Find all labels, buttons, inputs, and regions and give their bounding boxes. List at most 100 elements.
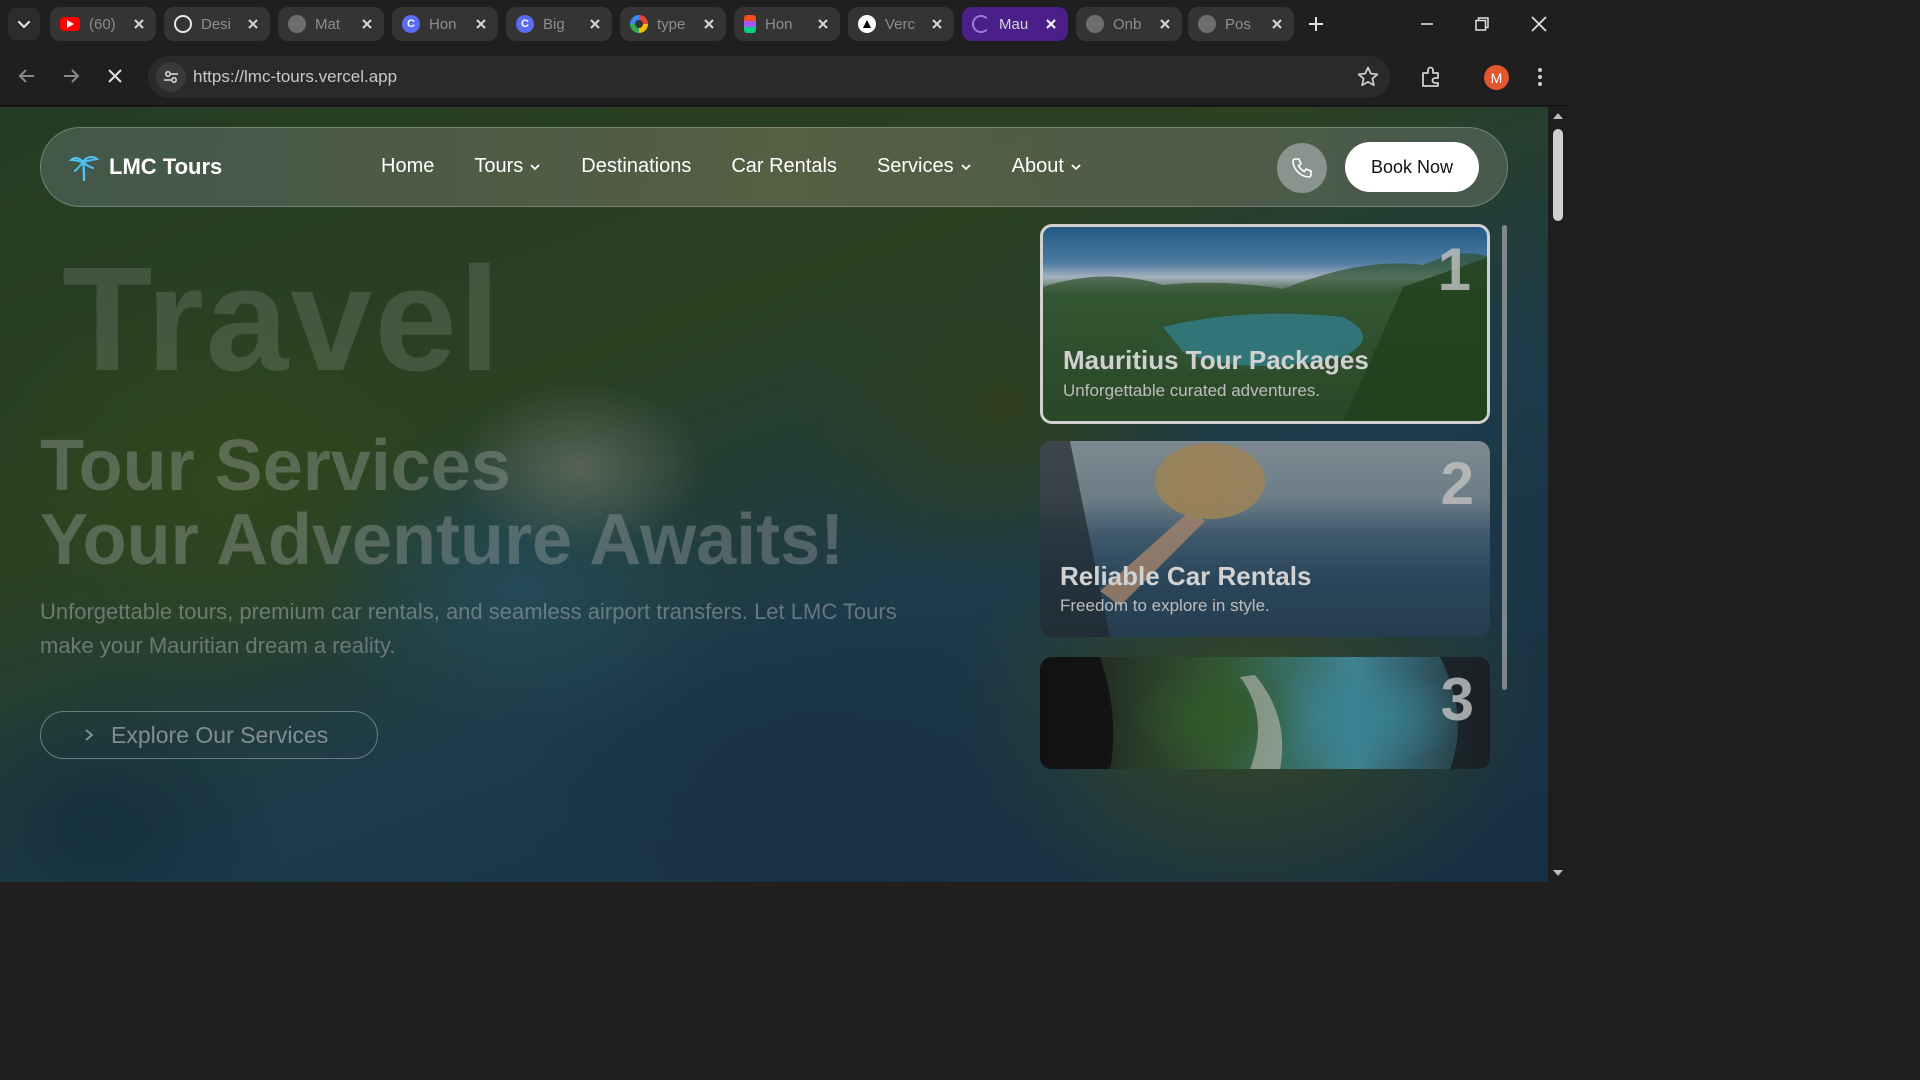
main-nav: Home Tours Destinations Car Rentals Serv…	[381, 155, 1082, 178]
tab-title: Big	[543, 15, 565, 33]
profile-avatar[interactable]: M	[1484, 65, 1509, 90]
close-icon	[108, 69, 122, 83]
chevron-down-icon	[961, 163, 971, 170]
service-card-tours[interactable]: 1 Mauritius Tour Packages Unforgettable …	[1040, 224, 1490, 424]
close-tab-icon[interactable]	[700, 15, 718, 33]
loading-spinner-icon	[972, 15, 990, 33]
close-tab-icon[interactable]	[928, 15, 946, 33]
card-number: 2	[1440, 450, 1474, 517]
card-title: Reliable Car Rentals	[1060, 561, 1312, 591]
site-navbar: LMC Tours Home Tours Destinations Car Re…	[40, 127, 1508, 207]
page-viewport: LMC Tours Home Tours Destinations Car Re…	[0, 107, 1548, 882]
minimize-button[interactable]	[1412, 10, 1442, 38]
palm-tree-icon	[69, 156, 99, 182]
browser-toolbar: https://lmc-tours.vercel.app M	[0, 48, 1568, 106]
site-info-button[interactable]	[156, 62, 186, 92]
browser-tab[interactable]: Hon	[734, 7, 840, 41]
nav-car-rentals-label: Car Rentals	[731, 155, 837, 177]
chevron-down-icon	[530, 163, 540, 170]
browser-tab[interactable]: (60)	[50, 7, 156, 41]
restore-button[interactable]	[1467, 10, 1497, 38]
nav-about[interactable]: About	[1012, 155, 1082, 178]
nav-services-label: Services	[876, 155, 954, 177]
nav-home[interactable]: Home	[381, 155, 434, 178]
plus-icon	[1309, 17, 1323, 31]
nav-destinations-label: Destinations	[581, 155, 692, 177]
close-tab-icon[interactable]	[814, 15, 832, 33]
vercel-icon	[858, 15, 876, 33]
nav-home-label: Home	[381, 155, 435, 177]
browser-menu-icon[interactable]	[1528, 63, 1552, 91]
stop-loading-button[interactable]	[100, 61, 130, 91]
cards-scrollbar[interactable]	[1502, 225, 1507, 690]
globe-icon	[1198, 15, 1216, 33]
close-tab-icon[interactable]	[472, 15, 490, 33]
hero-background-word: Travel	[62, 237, 502, 402]
card-title: Mauritius Tour Packages	[1063, 345, 1369, 375]
extensions-icon[interactable]	[1418, 64, 1444, 90]
new-tab-button[interactable]	[1302, 10, 1330, 38]
service-card-3[interactable]: 3	[1040, 657, 1490, 769]
explore-services-button[interactable]: Explore Our Services	[40, 711, 378, 759]
hero-title-line-2: Your Adventure Awaits!	[40, 500, 845, 580]
close-tab-icon[interactable]	[130, 15, 148, 33]
close-tab-icon[interactable]	[1268, 15, 1286, 33]
browser-tab[interactable]: C Big	[506, 7, 612, 41]
globe-icon	[288, 15, 306, 33]
card-number: 1	[1437, 236, 1471, 303]
scrollbar-thumb[interactable]	[1553, 129, 1563, 221]
url-text[interactable]: https://lmc-tours.vercel.app	[193, 67, 397, 87]
browser-tab[interactable]: type	[620, 7, 726, 41]
tab-title: Mat	[315, 15, 341, 33]
nav-destinations[interactable]: Destinations	[581, 155, 691, 178]
browser-tab[interactable]: Verc	[848, 7, 954, 41]
close-icon	[1531, 16, 1547, 32]
phone-icon	[1292, 158, 1312, 178]
forward-button[interactable]	[56, 61, 86, 91]
tab-search-button[interactable]	[8, 8, 40, 40]
nav-services[interactable]: Services	[877, 155, 972, 178]
close-tab-icon[interactable]	[244, 15, 262, 33]
phone-call-button[interactable]	[1277, 143, 1327, 193]
address-bar[interactable]: https://lmc-tours.vercel.app	[148, 56, 1390, 98]
hero-subtitle: Unforgettable tours, premium car rentals…	[40, 599, 897, 658]
nav-about-label: About	[1011, 155, 1064, 177]
figma-icon	[744, 15, 756, 33]
restore-icon	[1475, 17, 1489, 31]
nav-car-rentals[interactable]: Car Rentals	[731, 155, 837, 178]
close-tab-icon[interactable]	[1156, 15, 1174, 33]
nav-tours[interactable]: Tours	[474, 155, 541, 178]
close-window-button[interactable]	[1524, 10, 1554, 38]
scroll-down-arrow-icon[interactable]	[1553, 870, 1563, 876]
chevron-down-icon	[1071, 163, 1081, 170]
tab-title: Onb	[1113, 15, 1142, 33]
browser-tab[interactable]: Mat	[278, 7, 384, 41]
tab-title: Mau	[999, 15, 1029, 33]
hero-title: Tour Services Your Adventure Awaits!	[40, 429, 844, 577]
close-tab-icon[interactable]	[358, 15, 376, 33]
browser-tab[interactable]: C Hon	[392, 7, 498, 41]
brand-logo-link[interactable]: LMC Tours	[69, 152, 222, 182]
close-tab-icon[interactable]	[1042, 15, 1060, 33]
tab-title: Hon	[765, 15, 793, 33]
hero-title-line-1: Tour Services	[40, 426, 511, 506]
browser-tab[interactable]: Onb	[1076, 7, 1182, 41]
youtube-icon	[60, 17, 80, 31]
chevron-down-icon	[17, 20, 31, 29]
browser-tab[interactable]: Pos	[1188, 7, 1294, 41]
page-scrollbar[interactable]	[1548, 107, 1568, 882]
browser-tab[interactable]: Desi	[164, 7, 270, 41]
card-number: 3	[1440, 666, 1474, 733]
card-description: Unforgettable curated adventures.	[1063, 381, 1321, 400]
tab-title: Hon	[429, 15, 457, 33]
scroll-up-arrow-icon[interactable]	[1553, 113, 1563, 119]
book-now-button[interactable]: Book Now	[1345, 142, 1479, 192]
service-card-car-rentals[interactable]: 2 Reliable Car Rentals Freedom to explor…	[1040, 441, 1490, 637]
arrow-left-icon	[18, 69, 34, 83]
brand-name: LMC Tours	[109, 154, 223, 179]
back-button[interactable]	[12, 61, 42, 91]
google-icon	[630, 15, 648, 33]
close-tab-icon[interactable]	[586, 15, 604, 33]
bookmark-star-icon[interactable]	[1356, 65, 1380, 89]
browser-tab-active[interactable]: Mau	[962, 7, 1068, 41]
